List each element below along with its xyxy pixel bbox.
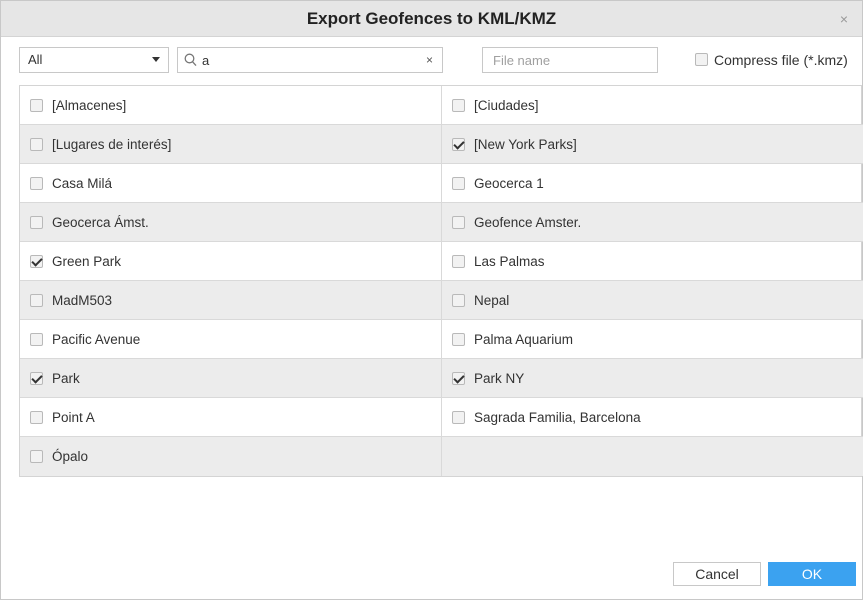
geofence-checkbox[interactable] — [30, 137, 43, 151]
filter-select[interactable]: All — [19, 47, 169, 73]
geofence-checkbox[interactable] — [30, 293, 43, 307]
geofence-item[interactable]: Geocerca Ámst. — [20, 203, 442, 242]
geofence-name: [Almacenes] — [52, 97, 127, 113]
geofence-checkbox[interactable] — [30, 176, 43, 190]
geofence-checkbox[interactable] — [30, 410, 43, 424]
geofence-checkbox[interactable] — [30, 215, 43, 229]
geofence-name: [Lugares de interés] — [52, 136, 172, 152]
geofence-item[interactable]: Geofence Amster. — [442, 203, 863, 242]
geofence-item[interactable]: Geocerca 1 — [442, 164, 863, 203]
geofence-name: [Ciudades] — [474, 97, 539, 113]
ok-button[interactable]: OK — [768, 562, 856, 586]
geofence-name: Geocerca Ámst. — [52, 214, 149, 230]
geofence-checkbox[interactable] — [452, 410, 465, 424]
geofence-item[interactable]: Ópalo — [20, 437, 442, 476]
geofence-item[interactable]: Casa Milá — [20, 164, 442, 203]
search-box: × — [177, 47, 443, 73]
geofence-checkbox[interactable] — [30, 98, 43, 112]
dialog-title: Export Geofences to KML/KMZ — [306, 9, 557, 28]
geofence-name: Ópalo — [52, 449, 89, 464]
geofence-name: Geofence Amster. — [474, 214, 582, 230]
close-icon[interactable]: × — [840, 12, 848, 26]
geofence-item[interactable]: [Ciudades] — [442, 86, 863, 125]
compress-label: Compress file (*.kmz) — [714, 52, 848, 68]
export-geofences-dialog: Export Geofences to KML/KMZ × All × Comp… — [0, 0, 863, 600]
geofence-item[interactable]: Park NY — [442, 359, 863, 398]
geofence-checkbox[interactable] — [452, 371, 465, 385]
geofence-name: Geocerca 1 — [474, 175, 544, 191]
geofence-item[interactable]: Las Palmas — [442, 242, 863, 281]
geofence-name: MadM503 — [52, 292, 113, 308]
search-input[interactable] — [202, 51, 412, 69]
geofence-item[interactable]: [New York Parks] — [442, 125, 863, 164]
geofence-item[interactable]: [Almacenes] — [20, 86, 442, 125]
geofence-list: [Almacenes] [Ciudades] [Lugares de interés… — [19, 85, 863, 477]
geofence-name: Park NY — [474, 370, 525, 386]
geofence-name: Point A — [52, 409, 95, 425]
cancel-button[interactable]: Cancel — [673, 562, 761, 586]
geofence-checkbox[interactable] — [452, 137, 465, 151]
geofence-name: Casa Milá — [52, 175, 113, 191]
geofence-checkbox[interactable] — [30, 371, 43, 385]
file-name-input[interactable] — [482, 47, 658, 73]
geofence-checkbox[interactable] — [30, 254, 43, 268]
geofence-item[interactable]: Palma Aquarium — [442, 320, 863, 359]
filter-select-value: All — [28, 52, 43, 67]
geofence-checkbox[interactable] — [452, 176, 465, 190]
search-icon — [184, 53, 197, 67]
geofence-checkbox[interactable] — [452, 254, 465, 268]
geofence-name: Pacific Avenue — [52, 331, 141, 347]
geofence-checkbox[interactable] — [452, 293, 465, 307]
empty-cell — [442, 437, 863, 476]
geofence-item[interactable]: Green Park — [20, 242, 442, 281]
geofence-item[interactable]: Nepal — [442, 281, 863, 320]
geofence-name: Sagrada Familia, Barcelona — [474, 409, 641, 425]
geofence-item[interactable]: Sagrada Familia, Barcelona — [442, 398, 863, 437]
clear-icon[interactable]: × — [426, 53, 433, 67]
geofence-name: Las Palmas — [474, 253, 545, 269]
geofence-checkbox[interactable] — [452, 98, 465, 112]
geofence-item[interactable]: Pacific Avenue — [20, 320, 442, 359]
compress-checkbox[interactable] — [695, 53, 708, 66]
geofence-name: Nepal — [474, 292, 510, 308]
toolbar: All × Compress file (*.kmz) — [1, 37, 862, 85]
geofence-checkbox[interactable] — [452, 332, 465, 346]
geofence-item[interactable]: Park — [20, 359, 442, 398]
geofence-checkbox[interactable] — [452, 215, 465, 229]
geofence-item[interactable]: Point A — [20, 398, 442, 437]
geofence-name: [New York Parks] — [474, 136, 577, 152]
dialog-titlebar: Export Geofences to KML/KMZ × — [1, 1, 862, 37]
geofence-name: Green Park — [52, 253, 122, 269]
geofence-name: Palma Aquarium — [474, 331, 574, 347]
geofence-checkbox[interactable] — [30, 450, 43, 463]
geofence-checkbox[interactable] — [30, 332, 43, 346]
geofence-item[interactable]: MadM503 — [20, 281, 442, 320]
geofence-item[interactable]: [Lugares de interés] — [20, 125, 442, 164]
geofence-name: Park — [52, 370, 80, 386]
chevron-down-icon — [152, 57, 160, 62]
